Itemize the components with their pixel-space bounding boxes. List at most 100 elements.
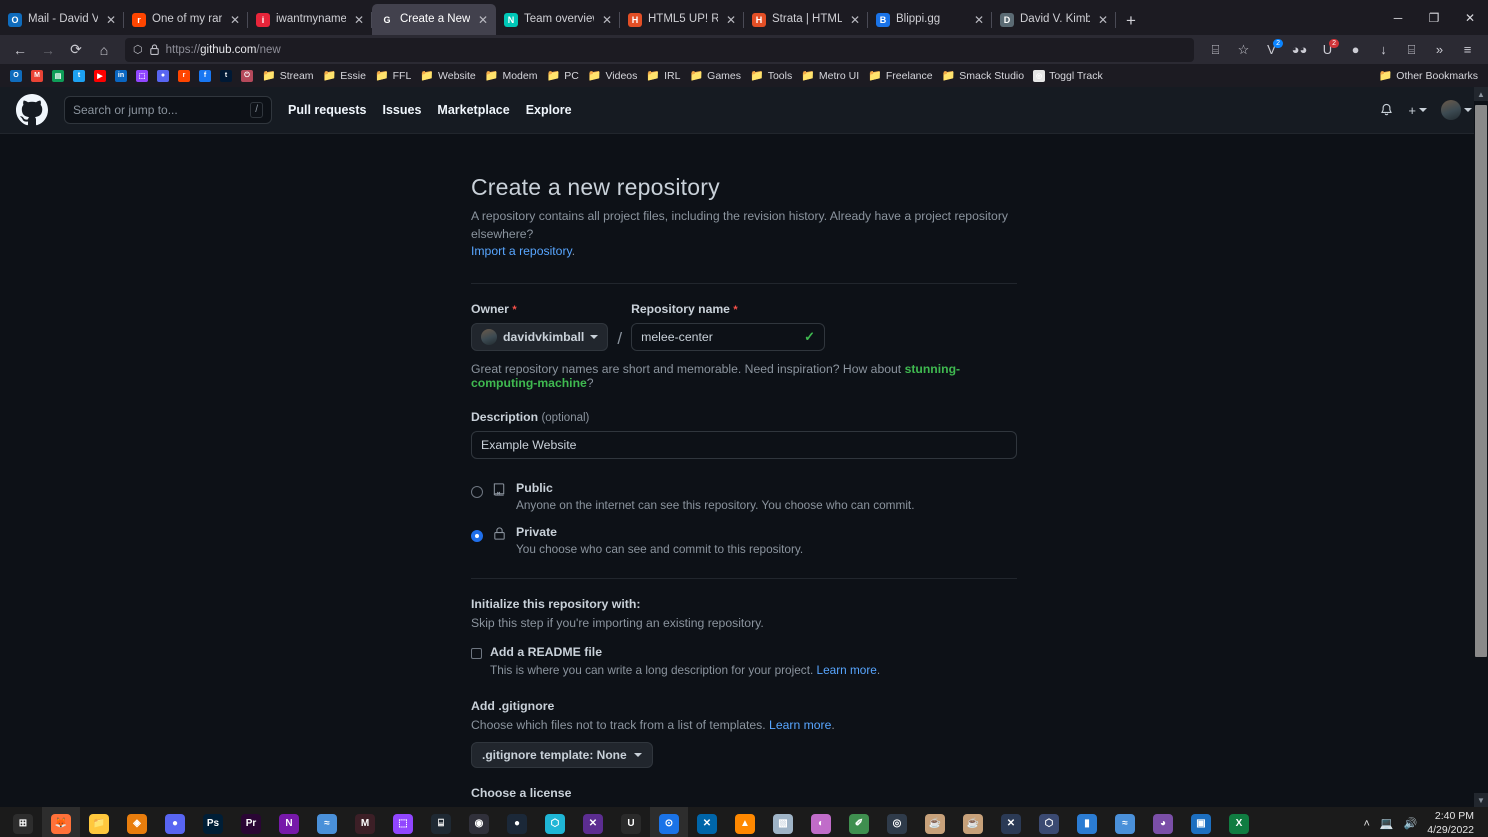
bookmark-item[interactable]: 📁 IRL xyxy=(642,67,684,84)
excel-taskbar-icon[interactable]: X xyxy=(1220,807,1258,837)
bookmark-item[interactable]: ◎ Toggl Track xyxy=(1029,68,1107,84)
bookmark-item[interactable]: 📁 Metro UI xyxy=(797,67,863,84)
file-explorer-taskbar-icon[interactable]: 📁 xyxy=(80,807,118,837)
library-icon[interactable]: ⌸ xyxy=(1398,38,1425,62)
bookmark-item[interactable]: ▶ xyxy=(90,68,110,84)
teapot-app-taskbar-icon[interactable]: ☕ xyxy=(916,807,954,837)
tab-close-icon[interactable]: ✕ xyxy=(352,13,366,27)
ublock-extension-icon[interactable]: U2 xyxy=(1314,38,1341,62)
bookmark-item[interactable]: 📁 Videos xyxy=(584,67,642,84)
tab-close-icon[interactable]: ✕ xyxy=(104,13,118,27)
paint-tool-taskbar-icon[interactable]: ✐ xyxy=(840,807,878,837)
bookmark-item[interactable]: f xyxy=(195,68,215,84)
bookmark-item[interactable]: 📁 Games xyxy=(685,67,745,84)
readme-checkbox-row[interactable]: Add a README file xyxy=(471,645,1017,660)
close-window-button[interactable]: ✕ xyxy=(1452,0,1488,35)
bookmark-item[interactable]: ▤ xyxy=(48,68,68,84)
sticky-notes-taskbar-icon[interactable]: ▧ xyxy=(764,807,802,837)
readme-checkbox[interactable] xyxy=(471,648,482,660)
teapot-app2-taskbar-icon[interactable]: ☕ xyxy=(954,807,992,837)
browser-tab[interactable]: H Strata | HTML5 UP ✕ xyxy=(744,4,868,35)
tab-close-icon[interactable]: ✕ xyxy=(1096,13,1110,27)
bookmark-item[interactable]: 📁 Essie xyxy=(319,67,370,84)
scroll-up-arrow[interactable]: ▲ xyxy=(1474,87,1488,101)
vlc-taskbar-icon[interactable]: ▲ xyxy=(726,807,764,837)
unreal-engine-taskbar-icon[interactable]: U xyxy=(612,807,650,837)
firefox-taskbar-icon[interactable]: 🦊 xyxy=(42,807,80,837)
location-app-taskbar-icon[interactable]: ⊙ xyxy=(650,807,688,837)
bookmark-item[interactable]: 📁 Website xyxy=(416,67,479,84)
bookmark-item[interactable]: in xyxy=(111,68,131,84)
bookmark-item[interactable]: ⬚ xyxy=(132,68,152,84)
browser-tab[interactable]: i iwantmyname Dashboar ✕ xyxy=(248,4,372,35)
bookmark-star-icon[interactable]: ☆ xyxy=(1230,38,1257,62)
description-input[interactable]: Example Website xyxy=(471,431,1017,460)
bookmark-item[interactable]: 📁 Modem xyxy=(481,67,542,84)
bookmark-item[interactable]: M xyxy=(27,68,47,84)
extensions-grid-icon[interactable]: ⌸ xyxy=(1202,38,1229,62)
calculator-taskbar-icon[interactable]: ⌸ xyxy=(422,807,460,837)
bookmark-item[interactable]: 📁 PC xyxy=(542,67,582,84)
repository-name-input[interactable]: melee-center ✓ xyxy=(631,323,826,352)
nav-link-explore[interactable]: Explore xyxy=(526,103,572,117)
circle-app-taskbar-icon[interactable]: ◎ xyxy=(878,807,916,837)
profile-account-icon[interactable]: ● xyxy=(1342,38,1369,62)
tab-close-icon[interactable]: ✕ xyxy=(972,13,986,27)
address-bar[interactable]: ⬡ https://github.com/new xyxy=(125,37,1194,62)
tab-close-icon[interactable]: ✕ xyxy=(476,13,490,27)
minimize-button[interactable]: ─ xyxy=(1380,0,1416,35)
github-logo-icon[interactable] xyxy=(16,94,48,126)
maximize-button[interactable]: ❐ xyxy=(1416,0,1452,35)
browser-tab[interactable]: O Mail - David V. Kimball - ✕ xyxy=(0,4,124,35)
browser-tab[interactable]: H HTML5 UP! Responsive H ✕ xyxy=(620,4,744,35)
twitch-taskbar-icon[interactable]: ⬚ xyxy=(384,807,422,837)
page-scrollbar[interactable]: ▲ ▼ xyxy=(1474,87,1488,807)
new-tab-button[interactable]: + xyxy=(1116,11,1146,35)
bookmark-item[interactable]: t xyxy=(69,68,89,84)
vrchat-taskbar-icon[interactable]: ⬡ xyxy=(536,807,574,837)
other-bookmarks-folder[interactable]: 📁 Other Bookmarks xyxy=(1375,67,1482,84)
browser-tab[interactable]: r One of my rare collectib ✕ xyxy=(124,4,248,35)
bookmark-item[interactable]: ● xyxy=(153,68,173,84)
gitignore-template-dropdown[interactable]: .gitignore template: None xyxy=(471,742,653,769)
nav-link-pull-requests[interactable]: Pull requests xyxy=(288,103,367,117)
bookmark-item[interactable]: r xyxy=(174,68,194,84)
window-app-taskbar-icon[interactable]: ▣ xyxy=(1182,807,1220,837)
xsplit-taskbar-icon[interactable]: ✕ xyxy=(992,807,1030,837)
owner-dropdown[interactable]: davidvkimball xyxy=(471,323,609,352)
readme-learn-more-link[interactable]: Learn more xyxy=(817,663,877,677)
import-repository-link[interactable]: Import a repository xyxy=(471,244,572,258)
hex-app-taskbar-icon[interactable]: ⬡ xyxy=(1030,807,1068,837)
bookmark-item[interactable]: 📁 Freelance xyxy=(864,67,936,84)
browser-tab[interactable]: G Create a New Repository ✕ xyxy=(372,4,496,35)
shell-app-taskbar-icon[interactable]: ◐ xyxy=(802,807,840,837)
obs-taskbar-icon[interactable]: ◉ xyxy=(460,807,498,837)
visual-studio-taskbar-icon[interactable]: ✕ xyxy=(574,807,612,837)
nav-link-marketplace[interactable]: Marketplace xyxy=(437,103,509,117)
search-input[interactable]: Search or jump to... / xyxy=(64,96,272,124)
user-account-menu[interactable] xyxy=(1441,100,1472,120)
network-icon[interactable]: 💻 xyxy=(1380,817,1394,830)
scrollbar-thumb[interactable] xyxy=(1475,105,1487,657)
tray-chevron-icon[interactable]: ˄ xyxy=(1363,818,1369,830)
discord-taskbar-icon[interactable]: ● xyxy=(156,807,194,837)
bookmark-item[interactable]: 📁 Smack Studio xyxy=(938,67,1028,84)
dolphin2-taskbar-icon[interactable]: ≈ xyxy=(1106,807,1144,837)
notifications-bell-icon[interactable] xyxy=(1379,103,1394,118)
public-radio[interactable] xyxy=(471,486,483,499)
dolphin-taskbar-icon[interactable]: ≈ xyxy=(308,807,346,837)
volume-icon[interactable]: 🔊 xyxy=(1404,817,1418,830)
gitignore-learn-more-link[interactable]: Learn more xyxy=(769,718,831,732)
medium-taskbar-icon[interactable]: M xyxy=(346,807,384,837)
start-button[interactable]: ⊞ xyxy=(4,807,42,837)
glasses-extension-icon[interactable]: ◕◕ xyxy=(1286,38,1313,62)
clock[interactable]: 2:40 PM 4/29/2022 xyxy=(1427,810,1474,836)
book-app-taskbar-icon[interactable]: ▮ xyxy=(1068,807,1106,837)
reload-button[interactable]: ⟳ xyxy=(63,38,89,62)
steam-taskbar-icon[interactable]: ● xyxy=(498,807,536,837)
overflow-chevron-icon[interactable]: » xyxy=(1426,38,1453,62)
tab-close-icon[interactable]: ✕ xyxy=(228,13,242,27)
bookmark-item[interactable]: t xyxy=(216,68,236,84)
visibility-option-public[interactable]: Public Anyone on the internet can see th… xyxy=(471,481,1017,512)
bookmark-item[interactable]: O xyxy=(6,68,26,84)
